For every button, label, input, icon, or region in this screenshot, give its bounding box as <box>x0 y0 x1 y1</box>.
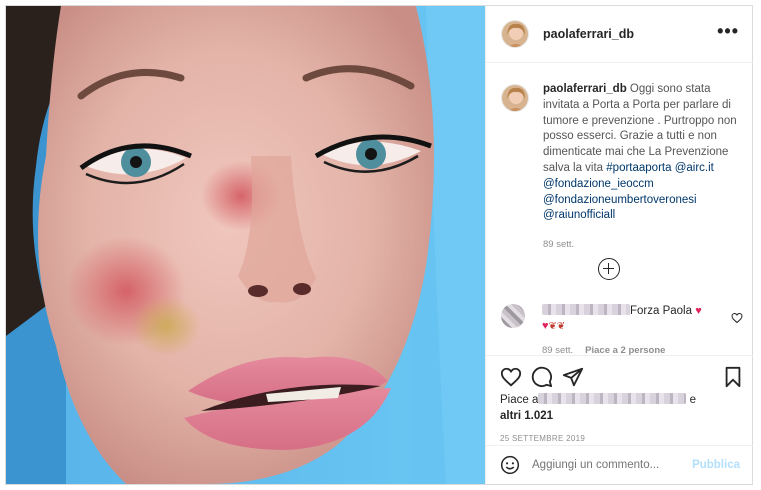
caption-tag[interactable]: @airc.it <box>675 161 714 177</box>
comment-body: Forza Paola ♥ ♥❦❦ 89 sett. Piace a 2 pers… <box>542 304 712 355</box>
heart-emoji: ♥ <box>695 305 702 317</box>
likes-summary[interactable]: Piace a e altri 1.021 <box>500 393 753 424</box>
emoji-icon[interactable] <box>500 455 520 475</box>
caption-tag[interactable]: #portaaporta <box>606 161 671 177</box>
likes-suffix: e <box>689 394 696 406</box>
post-sidebar: paolaferrari_db ••• paolaferrari_db Oggi… <box>485 6 753 484</box>
post-photo[interactable] <box>6 6 485 484</box>
rose-emoji: ❦❦ <box>548 321 566 332</box>
commenter-username-redacted[interactable] <box>542 304 630 315</box>
comment-meta: 89 sett. Piace a 2 persone <box>542 343 712 355</box>
heart-icon[interactable] <box>731 312 743 324</box>
action-icons <box>500 364 753 393</box>
comment-item: Forza Paola ♥ ♥❦❦ 89 sett. Piace a 2 pers… <box>501 304 743 355</box>
add-comment-bar: Pubblica <box>486 445 753 484</box>
share-icon[interactable] <box>562 366 584 388</box>
comment-timestamp[interactable]: 89 sett. <box>542 345 573 355</box>
more-icon[interactable]: ••• <box>717 22 739 40</box>
comment-likes[interactable]: Piace a 2 persone <box>585 345 665 355</box>
caption-tag[interactable]: @fondazione_ieoccm <box>543 177 654 193</box>
caption-avatar[interactable] <box>501 84 529 112</box>
caption-tag[interactable]: @raiunofficiall <box>543 208 615 224</box>
portrait-photo <box>6 6 485 484</box>
add-circle-icon[interactable] <box>598 258 620 280</box>
likes-others[interactable]: altri 1.021 <box>500 410 553 422</box>
caption-tag[interactable]: @fondazioneumbertoveronesi <box>543 193 697 209</box>
caption-username[interactable]: paolaferrari_db <box>543 83 627 95</box>
caption-body: paolaferrari_db Oggi sono stata invitata… <box>543 82 737 253</box>
publish-button[interactable]: Pubblica <box>692 459 740 471</box>
author-avatar[interactable] <box>501 20 529 48</box>
commenter-avatar[interactable] <box>501 304 525 328</box>
likes-prefix: Piace a <box>500 394 539 406</box>
comment-text: Forza Paola <box>630 305 693 317</box>
comments-section: paolaferrari_db Oggi sono stata invitata… <box>486 64 753 355</box>
post-header: paolaferrari_db ••• <box>486 6 753 63</box>
post-caption: paolaferrari_db Oggi sono stata invitata… <box>501 82 743 253</box>
bookmark-icon[interactable] <box>722 366 744 388</box>
caption-timestamp[interactable]: 89 sett. <box>543 237 737 253</box>
heart-icon[interactable] <box>500 366 522 388</box>
avatar-image <box>502 21 528 47</box>
avatar-image <box>502 85 528 111</box>
comment-input[interactable] <box>532 459 692 471</box>
author-username[interactable]: paolaferrari_db <box>543 27 634 41</box>
comment-icon[interactable] <box>531 366 553 388</box>
post-actions: Piace a e altri 1.021 25 SETTEMBRE 2019 <box>486 355 753 443</box>
post-date[interactable]: 25 SETTEMBRE 2019 <box>500 434 753 443</box>
instagram-post: paolaferrari_db ••• paolaferrari_db Oggi… <box>5 5 753 485</box>
liker-username-redacted[interactable] <box>538 393 687 404</box>
